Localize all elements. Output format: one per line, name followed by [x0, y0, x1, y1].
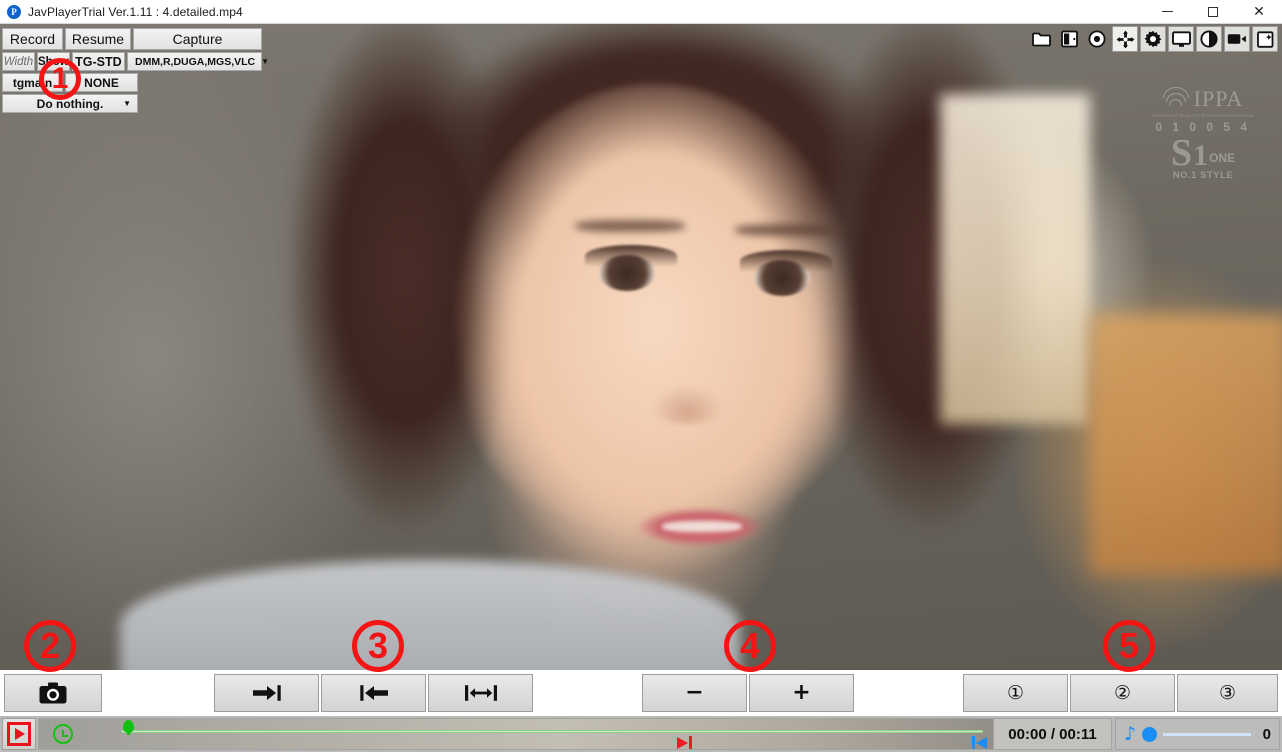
- book-icon[interactable]: [1056, 26, 1082, 52]
- app-window: P JavPlayerTrial Ver.1.11 : 4.detailed.m…: [0, 0, 1282, 752]
- video-teeth: [662, 521, 742, 532]
- action-select[interactable]: Do nothing. ▼: [2, 94, 138, 113]
- step-forward-button[interactable]: [214, 674, 319, 712]
- show-button[interactable]: Show: [36, 52, 70, 71]
- video-brow-left: [575, 220, 685, 232]
- site-select-value: DMM,R,DUGA,MGS,VLC: [134, 55, 256, 68]
- folder-icon[interactable]: [1028, 26, 1054, 52]
- status-bar: 00:00 / 00:11 ♪ 0: [0, 716, 1282, 752]
- seek-playhead[interactable]: [123, 720, 134, 735]
- video-wall-warm: [1090, 314, 1282, 574]
- arrow-to-left-icon: [359, 685, 388, 701]
- range-start-marker[interactable]: [677, 736, 692, 749]
- set-range-button[interactable]: [428, 674, 533, 712]
- control-panel-row-4: Do nothing. ▼: [2, 94, 262, 113]
- step-back-button[interactable]: [321, 674, 426, 712]
- decrease-button[interactable]: −: [642, 674, 747, 712]
- capture-button[interactable]: Capture: [133, 28, 262, 50]
- play-icon: [7, 722, 31, 746]
- title-bar: P JavPlayerTrial Ver.1.11 : 4.detailed.m…: [0, 0, 1282, 24]
- site-select[interactable]: DMM,R,DUGA,MGS,VLC ▼: [126, 52, 269, 71]
- action-select-value: Do nothing.: [36, 96, 104, 111]
- timer-icon[interactable]: [53, 724, 73, 744]
- camcorder-icon[interactable]: [1224, 26, 1250, 52]
- video-viewport[interactable]: IPPA Intellectual Property Promotion Ass…: [0, 24, 1282, 670]
- video-icon-toolbar: [1028, 26, 1278, 52]
- maximize-button[interactable]: [1190, 0, 1236, 24]
- video-brow-right: [735, 224, 845, 236]
- add-frame-icon[interactable]: [1252, 26, 1278, 52]
- monitor-icon[interactable]: [1168, 26, 1194, 52]
- control-panel-row-2: Width Show TG-STD DMM,R,DUGA,MGS,VLC ▼: [2, 52, 269, 71]
- camera-icon: [39, 682, 67, 704]
- resume-button[interactable]: Resume: [65, 28, 131, 50]
- circled-two-icon: ②: [1113, 681, 1132, 704]
- control-panel-row-3: tgmain NONE: [2, 73, 262, 92]
- increase-button[interactable]: +: [749, 674, 854, 712]
- circled-three-icon: ③: [1218, 681, 1237, 704]
- minus-icon: −: [685, 680, 704, 705]
- record-button[interactable]: Record: [2, 28, 63, 50]
- record-dot-icon[interactable]: [1084, 26, 1110, 52]
- none-button[interactable]: NONE: [65, 73, 138, 92]
- plus-icon: +: [792, 680, 811, 705]
- playback-button-bar: − + ① ② ③: [0, 670, 1282, 716]
- width-button[interactable]: Width: [2, 52, 35, 71]
- window-title: JavPlayerTrial Ver.1.11 : 4.detailed.mp4: [28, 4, 243, 19]
- music-note-icon: ♪: [1124, 722, 1137, 745]
- circled-one-icon: ①: [1006, 681, 1025, 704]
- control-panel: Record Resume Capture Width Show TG-STD …: [2, 28, 269, 113]
- maximize-icon: [1208, 6, 1218, 17]
- tgmain-button[interactable]: tgmain: [2, 73, 63, 92]
- video-eye-left: [585, 245, 677, 297]
- preset-3-button[interactable]: ③: [1177, 674, 1278, 712]
- range-span-icon: [464, 685, 497, 701]
- move-icon[interactable]: [1112, 26, 1138, 52]
- seek-track[interactable]: [121, 730, 983, 733]
- range-end-marker[interactable]: [972, 736, 987, 749]
- seek-bar-thumbnail: [39, 719, 993, 749]
- video-window-light: [940, 94, 1090, 424]
- volume-track[interactable]: [1163, 732, 1251, 736]
- time-display: 00:00 / 00:11: [994, 718, 1112, 750]
- app-logo-icon: P: [7, 4, 21, 19]
- contrast-icon[interactable]: [1196, 26, 1222, 52]
- arrow-to-right-icon: [252, 685, 281, 701]
- play-button[interactable]: [2, 718, 36, 750]
- tg-std-button[interactable]: TG-STD: [71, 52, 125, 71]
- gear-icon[interactable]: [1140, 26, 1166, 52]
- chevron-down-icon: ▼: [261, 57, 270, 66]
- chevron-down-icon: ▼: [123, 99, 131, 108]
- minimize-button[interactable]: [1144, 0, 1190, 24]
- video-eye-right: [740, 250, 832, 302]
- seek-bar[interactable]: [38, 718, 994, 750]
- preset-1-button[interactable]: ①: [963, 674, 1068, 712]
- volume-control[interactable]: ♪ 0: [1115, 718, 1280, 750]
- preset-2-button[interactable]: ②: [1070, 674, 1175, 712]
- volume-value: 0: [1262, 725, 1271, 743]
- video-nose: [650, 384, 724, 424]
- snapshot-button[interactable]: [4, 674, 102, 712]
- control-panel-row-1: Record Resume Capture: [2, 28, 262, 50]
- minimize-icon: [1161, 11, 1173, 12]
- close-button[interactable]: ✕: [1236, 0, 1282, 24]
- volume-knob[interactable]: [1142, 726, 1158, 742]
- close-icon: ✕: [1253, 3, 1265, 20]
